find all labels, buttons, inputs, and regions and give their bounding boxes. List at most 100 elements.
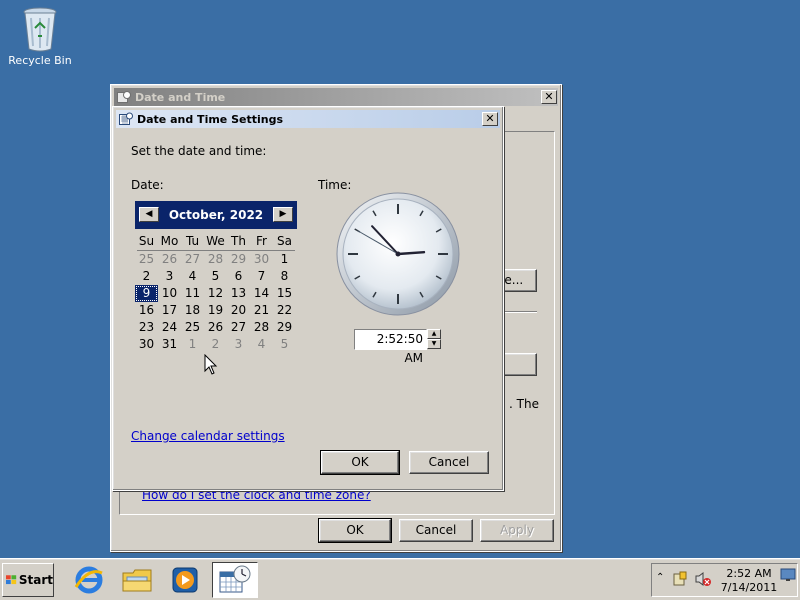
day-cell[interactable]: 5 bbox=[273, 336, 296, 353]
spin-down-button[interactable]: ▼ bbox=[427, 339, 441, 349]
day-cell[interactable]: 25 bbox=[181, 319, 204, 336]
weekday-header: Tu bbox=[185, 234, 200, 248]
day-cell[interactable]: 30 bbox=[135, 336, 158, 353]
next-month-button[interactable]: ▶ bbox=[273, 207, 293, 222]
weekday-header: We bbox=[206, 234, 225, 248]
day-cell[interactable]: 5 bbox=[204, 268, 227, 285]
calendar-week-row: 23 24 25 26 27 28 29 bbox=[135, 319, 297, 336]
day-cell[interactable]: 2 bbox=[135, 268, 158, 285]
calendar-week-row: 2345678 bbox=[135, 268, 297, 285]
day-cell[interactable]: 25 bbox=[135, 251, 158, 268]
day-cell[interactable]: 27 bbox=[181, 251, 204, 268]
day-cell[interactable]: 11 bbox=[181, 285, 204, 302]
calendar-week-row: 9 10 11 12 13 14 15 bbox=[135, 285, 297, 302]
day-cell[interactable]: 27 bbox=[227, 319, 250, 336]
parent-close-button[interactable]: ✕ bbox=[541, 90, 557, 104]
day-cell[interactable]: 1 bbox=[273, 251, 296, 268]
calendar-clock-icon bbox=[119, 112, 133, 125]
recycle-bin-label: Recycle Bin bbox=[8, 54, 72, 67]
time-input[interactable]: 2:52:50 AM bbox=[354, 329, 427, 365]
calendar-clock-icon bbox=[117, 91, 131, 103]
action-center-icon[interactable] bbox=[672, 571, 688, 587]
weekday-header: Fr bbox=[256, 234, 267, 248]
start-button[interactable]: Start bbox=[2, 563, 54, 597]
day-cell[interactable]: 23 bbox=[135, 319, 158, 336]
calendar-grid: Su Mo Tu We Th Fr Sa 25 26 27 28 29 30 1 2 3 4 5 6 7 8 9 10 11… bbox=[135, 233, 297, 353]
day-cell[interactable]: 28 bbox=[250, 319, 273, 336]
dialog-cancel-button[interactable]: Cancel bbox=[409, 451, 489, 474]
left-arrow-icon: ◀ bbox=[145, 209, 153, 219]
change-calendar-settings-link[interactable]: Change calendar settings bbox=[131, 429, 285, 443]
weekday-header: Sa bbox=[277, 234, 292, 248]
day-cell[interactable]: 15 bbox=[273, 285, 296, 302]
show-desktop-icon[interactable] bbox=[780, 568, 796, 582]
day-cell[interactable]: 16 bbox=[135, 302, 158, 319]
day-cell[interactable]: 7 bbox=[250, 268, 273, 285]
calendar-week-row: 25 26 27 28 29 30 1 bbox=[135, 251, 297, 268]
day-cell[interactable]: 8 bbox=[273, 268, 296, 285]
time-spinner[interactable]: ▲ ▼ bbox=[427, 329, 441, 350]
day-cell[interactable]: 4 bbox=[181, 268, 204, 285]
volume-muted-icon[interactable] bbox=[694, 571, 712, 587]
day-cell[interactable]: 10 bbox=[158, 285, 181, 302]
start-label: Start bbox=[18, 573, 53, 587]
calendar-header: ◀ October, 2022 ▶ bbox=[135, 201, 297, 229]
day-cell[interactable]: 12 bbox=[204, 285, 227, 302]
windows-logo-icon bbox=[6, 575, 17, 585]
tray-time: 2:52 AM bbox=[726, 567, 772, 580]
media-player-icon bbox=[172, 567, 198, 593]
day-cell[interactable]: 3 bbox=[158, 268, 181, 285]
day-cell[interactable]: 26 bbox=[158, 251, 181, 268]
taskbar-internet-explorer[interactable] bbox=[66, 562, 112, 598]
parent-separator-1 bbox=[503, 311, 537, 313]
parent-ok-button[interactable]: OK bbox=[318, 518, 392, 543]
dialog-title-bar[interactable]: Date and Time Settings ✕ bbox=[116, 110, 500, 128]
recycle-bin-icon bbox=[23, 7, 57, 52]
date-time-settings-dialog: Date and Time Settings ✕ Set the date an… bbox=[112, 106, 504, 491]
day-cell[interactable]: 13 bbox=[227, 285, 250, 302]
dialog-ok-button[interactable]: OK bbox=[320, 450, 400, 475]
time-label: Time: bbox=[318, 178, 352, 192]
day-cell[interactable]: 29 bbox=[273, 319, 296, 336]
taskbar-media-player[interactable] bbox=[162, 562, 208, 598]
parent-cancel-button[interactable]: Cancel bbox=[399, 519, 473, 542]
day-cell[interactable]: 4 bbox=[250, 336, 273, 353]
calendar-week-row: 16 17 18 19 20 21 22 bbox=[135, 302, 297, 319]
selected-day-cell[interactable]: 9 bbox=[135, 285, 158, 302]
weekday-header-row: Su Mo Tu We Th Fr Sa bbox=[135, 233, 297, 250]
day-cell[interactable]: 3 bbox=[227, 336, 250, 353]
parent-partial-text: . The bbox=[509, 397, 539, 411]
day-cell[interactable]: 31 bbox=[158, 336, 181, 353]
taskbar-file-explorer[interactable] bbox=[114, 562, 160, 598]
day-cell[interactable]: 21 bbox=[250, 302, 273, 319]
day-cell[interactable]: 29 bbox=[227, 251, 250, 268]
day-cell[interactable]: 6 bbox=[227, 268, 250, 285]
taskbar-date-time[interactable] bbox=[212, 562, 258, 598]
day-cell[interactable]: 20 bbox=[227, 302, 250, 319]
day-cell[interactable]: 18 bbox=[181, 302, 204, 319]
day-cell[interactable]: 2 bbox=[204, 336, 227, 353]
prev-month-button[interactable]: ◀ bbox=[139, 207, 159, 222]
day-cell[interactable]: 17 bbox=[158, 302, 181, 319]
analog-clock bbox=[336, 192, 460, 316]
mouse-cursor-icon bbox=[204, 354, 218, 375]
internet-explorer-icon bbox=[74, 566, 103, 594]
tray-clock[interactable]: 2:52 AM 7/14/2011 bbox=[718, 567, 780, 595]
system-tray: ⌃ 2:52 AM 7/14/2011 bbox=[651, 563, 798, 597]
parent-title-bar[interactable]: Date and Time ✕ bbox=[114, 88, 558, 106]
day-cell[interactable]: 14 bbox=[250, 285, 273, 302]
day-cell[interactable]: 24 bbox=[158, 319, 181, 336]
day-cell[interactable]: 1 bbox=[181, 336, 204, 353]
dialog-close-button[interactable]: ✕ bbox=[482, 112, 498, 126]
recycle-bin-shortcut[interactable]: Recycle Bin bbox=[8, 6, 72, 67]
spin-up-button[interactable]: ▲ bbox=[427, 329, 441, 339]
day-cell[interactable]: 26 bbox=[204, 319, 227, 336]
parent-title: Date and Time bbox=[135, 90, 226, 104]
day-cell[interactable]: 28 bbox=[204, 251, 227, 268]
month-year-label[interactable]: October, 2022 bbox=[169, 208, 263, 222]
day-cell[interactable]: 19 bbox=[204, 302, 227, 319]
parent-apply-button: Apply bbox=[480, 519, 554, 542]
show-hidden-icons-button[interactable]: ⌃ bbox=[656, 572, 664, 583]
day-cell[interactable]: 30 bbox=[250, 251, 273, 268]
day-cell[interactable]: 22 bbox=[273, 302, 296, 319]
